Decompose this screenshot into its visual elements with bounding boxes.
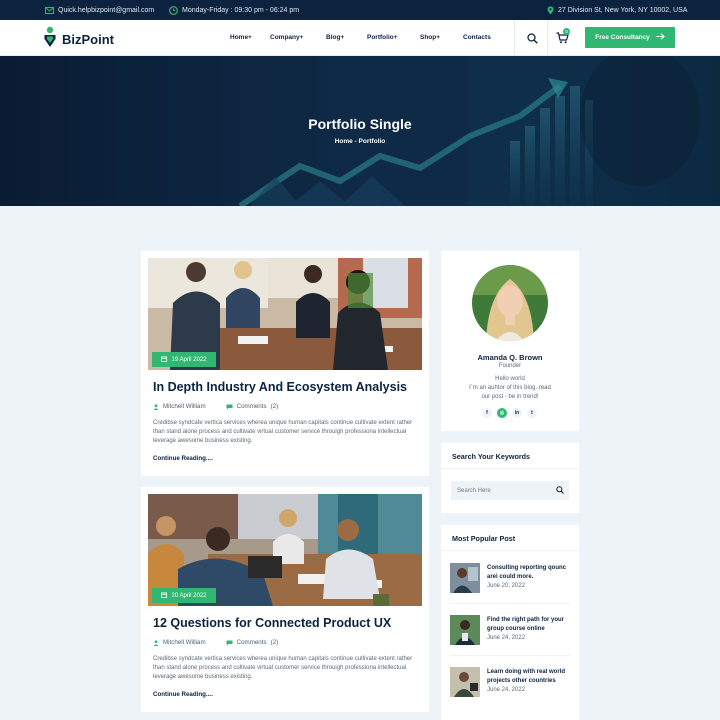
author-avatar xyxy=(472,265,548,341)
popular-post-title: Find the right path for your group cours… xyxy=(487,617,564,632)
comment-icon xyxy=(226,404,233,410)
breadcrumb[interactable]: Home - Portfolio xyxy=(0,138,720,145)
calendar-icon xyxy=(161,591,168,600)
calendar-icon xyxy=(161,355,168,364)
author-social-links: f ◎ in t xyxy=(482,408,537,418)
popular-post-title: Consulting reporting qounc arei could mo… xyxy=(487,565,566,580)
popular-post-thumbnail xyxy=(450,615,480,645)
topbar-email[interactable]: Quick.helpbizpoint@gmail.com xyxy=(45,0,154,20)
popular-post-item[interactable]: Learn doing with real world projects oth… xyxy=(450,667,575,701)
twitter-icon[interactable]: t xyxy=(527,408,537,418)
widget-divider xyxy=(441,468,579,469)
author-name: Amanda Q. Brown xyxy=(477,353,543,362)
post-author[interactable]: Mitchell William xyxy=(163,639,206,646)
top-bar: Quick.helpbizpoint@gmail.com Monday-Frid… xyxy=(0,0,720,20)
location-pin-icon xyxy=(547,6,554,15)
post-meta: Mitchell William Comments (2) xyxy=(153,639,278,646)
arrow-right-icon xyxy=(656,33,665,42)
popular-post-item[interactable]: Consulting reporting qounc arei could mo… xyxy=(450,563,575,597)
post-excerpt: Credibse syndcate vertica services where… xyxy=(153,420,413,444)
free-consultancy-button[interactable]: Free Consultancy xyxy=(585,27,675,48)
blog-post-card: 19 April 2022 In Depth Industry And Ecos… xyxy=(141,251,429,476)
page-hero: Portfolio Single Home - Portfolio xyxy=(0,56,720,206)
author-bio-line-1: Hello world xyxy=(495,376,525,382)
widget-divider xyxy=(450,655,570,656)
author-bio-line-3: our post - be in trend! xyxy=(481,394,539,400)
post-comments-label[interactable]: Comments xyxy=(237,639,267,646)
search-widget-title: Search Your Keywords xyxy=(452,452,531,461)
popular-post-date: June 24, 2022 xyxy=(487,635,526,641)
search-icon[interactable] xyxy=(524,30,540,46)
cart-count-badge: 0 xyxy=(563,28,570,35)
nav-portfolio[interactable]: Portfolio+ xyxy=(367,34,398,41)
comment-icon xyxy=(226,640,233,646)
search-placeholder: Search Here xyxy=(457,487,491,494)
post-title[interactable]: In Depth Industry And Ecosystem Analysis xyxy=(153,380,407,394)
blog-post-card: 20 April 2022 12 Questions for Connected… xyxy=(141,487,429,712)
dribbble-icon[interactable]: ◎ xyxy=(497,408,507,418)
logo-mark-icon xyxy=(44,26,56,53)
post-date-badge: 20 April 2022 xyxy=(152,588,216,603)
post-date: 20 April 2022 xyxy=(171,592,207,599)
popular-post-item[interactable]: Find the right path for your group cours… xyxy=(450,615,575,649)
user-icon xyxy=(153,403,159,410)
page-title: Portfolio Single xyxy=(308,116,412,132)
popular-post-date: June 24, 2022 xyxy=(487,687,526,693)
topbar-address: 27 Division St, New York, NY 10002, USA xyxy=(547,0,687,20)
nav-home[interactable]: Home+ xyxy=(230,34,252,41)
topbar-hours-text: Monday-Friday : 09:30 pm - 06:24 pm xyxy=(182,6,300,14)
author-bio-line-2: I`m an auhtor of this blog. read xyxy=(469,385,551,391)
facebook-icon[interactable]: f xyxy=(482,408,492,418)
site-header: BizPoint Home+ Company+ Blog+ Portfolio+… xyxy=(0,20,720,56)
nav-blog[interactable]: Blog+ xyxy=(326,34,344,41)
header-divider xyxy=(547,20,548,56)
author-role: Founder xyxy=(498,363,522,369)
widget-divider xyxy=(450,603,570,604)
popular-post-thumbnail xyxy=(450,563,480,593)
search-input[interactable]: Search Here xyxy=(451,481,569,500)
popular-posts-title: Most Popular Post xyxy=(452,534,516,543)
post-date: 19 April 2022 xyxy=(171,356,207,363)
post-excerpt: Credibse syndcate vertica services where… xyxy=(153,656,413,680)
clock-icon xyxy=(169,5,178,15)
popular-posts-widget: Most Popular Post Consulting reporting q… xyxy=(441,525,579,720)
logo[interactable]: BizPoint xyxy=(44,26,114,53)
post-date-badge: 19 April 2022 xyxy=(152,352,216,367)
nav-shop[interactable]: Shop+ xyxy=(420,34,440,41)
cta-label: Free Consultancy xyxy=(595,34,650,41)
popular-post-title: Learn doing with real world projects oth… xyxy=(487,669,566,684)
header-divider xyxy=(514,20,515,56)
widget-divider xyxy=(441,550,579,551)
topbar-email-text: Quick.helpbizpoint@gmail.com xyxy=(58,6,155,14)
post-title[interactable]: 12 Questions for Connected Product UX xyxy=(153,616,391,630)
logo-text: BizPoint xyxy=(62,32,114,47)
post-meta: Mitchell William Comments (2) xyxy=(153,403,278,410)
topbar-hours: Monday-Friday : 09:30 pm - 06:24 pm xyxy=(169,0,299,20)
author-widget: Amanda Q. Brown Founder Hello world I`m … xyxy=(441,251,579,431)
nav-contacts[interactable]: Contacts xyxy=(463,34,491,41)
continue-reading-link[interactable]: Continue Reading.... xyxy=(153,691,213,698)
post-comments-count: (2) xyxy=(270,639,279,646)
popular-post-date: June 20, 2022 xyxy=(487,583,526,589)
continue-reading-link[interactable]: Continue Reading.... xyxy=(153,455,213,462)
post-comments-count: (2) xyxy=(270,403,279,410)
search-widget: Search Your Keywords Search Here xyxy=(441,443,579,513)
cart-icon[interactable]: 0 xyxy=(554,28,570,46)
search-submit-icon[interactable] xyxy=(556,486,564,496)
nav-company[interactable]: Company+ xyxy=(270,34,303,41)
envelope-icon xyxy=(45,6,54,14)
user-icon xyxy=(153,639,159,646)
post-comments-label[interactable]: Comments xyxy=(237,403,267,410)
linkedin-icon[interactable]: in xyxy=(512,408,522,418)
topbar-address-text: 27 Division St, New York, NY 10002, USA xyxy=(558,6,688,14)
post-author[interactable]: Mitchell William xyxy=(163,403,206,410)
popular-post-thumbnail xyxy=(450,667,480,697)
